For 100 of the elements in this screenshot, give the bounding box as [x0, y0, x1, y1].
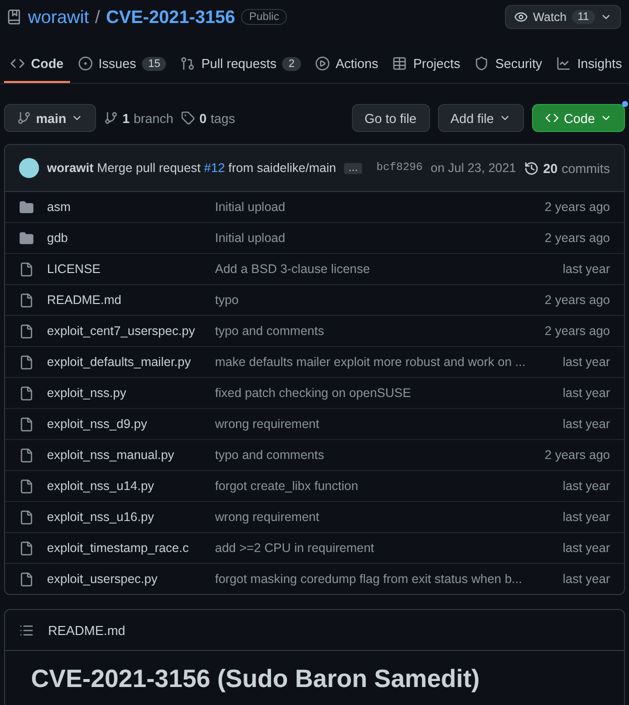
commit-age: last year	[562, 417, 610, 431]
eye-icon	[514, 10, 528, 24]
add-file-button[interactable]: Add file	[438, 104, 524, 132]
file-name-link[interactable]: exploit_defaults_mailer.py	[47, 355, 215, 369]
file-name-link[interactable]: LICENSE	[47, 262, 215, 276]
pull-request-icon	[180, 56, 196, 71]
commit-message-link[interactable]: Add a BSD 3-clause license	[215, 262, 563, 276]
commit-message-link[interactable]: wrong requirement	[215, 510, 563, 524]
owner-link[interactable]: worawit	[28, 6, 90, 28]
commit-message-link[interactable]: Initial upload	[215, 200, 545, 214]
tab-label: Actions	[336, 56, 378, 71]
readme-filename: README.md	[48, 622, 126, 638]
commit-message-link[interactable]: typo	[215, 293, 545, 307]
code-icon	[544, 111, 559, 125]
commit-message-link[interactable]: fixed patch checking on openSUSE	[215, 386, 563, 400]
commit-message: worawit Merge pull request #12 from saidelike/main	[47, 161, 336, 175]
list-icon[interactable]	[19, 622, 34, 638]
visibility-label: Public	[241, 9, 288, 25]
tab-label: Issues	[98, 56, 136, 71]
nav-tab[interactable]: Issues 15	[72, 48, 172, 83]
file-name-link[interactable]: asm	[47, 200, 215, 214]
nav-tab[interactable]: Security	[468, 48, 548, 83]
file-name-link[interactable]: README.md	[47, 293, 215, 307]
file-icon	[19, 262, 34, 276]
commit-age: 2 years ago	[544, 324, 610, 338]
file-icon	[19, 478, 34, 494]
circle-dot-icon	[78, 56, 92, 71]
tab-count: 15	[142, 56, 166, 70]
pr-link[interactable]: #12	[204, 161, 225, 175]
file-name-link[interactable]: exploit_timestamp_race.c	[47, 541, 215, 555]
code-button[interactable]: Code	[532, 104, 625, 132]
readme-heading: CVE-2021-3156 (Sudo Baron Samedit)	[30, 664, 481, 695]
watch-count: 11	[572, 10, 595, 24]
tab-label: Insights	[577, 56, 622, 71]
path-separator: /	[95, 6, 100, 28]
tab-label: Security	[495, 56, 542, 71]
nav-tab[interactable]: Pull requests 2	[174, 48, 307, 83]
file-icon	[19, 416, 34, 432]
go-to-file-button[interactable]: Go to file	[352, 104, 430, 132]
code-icon	[10, 56, 25, 71]
file-icon	[19, 540, 34, 556]
commit-age: 2 years ago	[544, 200, 610, 214]
tags-link[interactable]: 0 tags	[181, 110, 236, 126]
play-icon	[314, 56, 330, 71]
commit-message-link[interactable]: add >=2 CPU in requirement	[215, 541, 563, 555]
file-name-link[interactable]: exploit_nss_u16.py	[47, 510, 215, 524]
commit-age: last year	[562, 355, 610, 369]
nav-tab[interactable]: Actions	[308, 48, 384, 83]
file-name-link[interactable]: exploit_nss_u14.py	[47, 479, 215, 493]
watch-button[interactable]: Watch 11	[505, 5, 621, 29]
commit-age: last year	[562, 541, 610, 555]
branch-select[interactable]: main	[4, 104, 96, 132]
commit-age: last year	[562, 572, 610, 586]
tab-label: Projects	[413, 56, 460, 71]
commit-age: last year	[562, 510, 610, 524]
commit-message-link[interactable]: make defaults mailer exploit more robust and work on ...	[215, 355, 563, 369]
commit-age: 2 years ago	[544, 293, 610, 307]
commit-message-link[interactable]: typo and comments	[215, 448, 545, 462]
commit-message-link[interactable]: forgot masking coredump flag from exit status when b...	[215, 572, 563, 586]
expand-button[interactable]: …	[344, 162, 362, 174]
file-icon	[19, 572, 34, 586]
commit-sha[interactable]: bcf8296	[376, 162, 423, 174]
file-name-link[interactable]: exploit_nss_manual.py	[47, 448, 215, 462]
nav-tab[interactable]: Projects	[386, 48, 466, 83]
commit-message-link[interactable]: forgot create_libx function	[215, 479, 563, 493]
file-name-link[interactable]: exploit_cent7_userspec.py	[47, 324, 215, 338]
commit-age: last year	[562, 479, 610, 493]
branch-icon	[17, 111, 31, 125]
repo-name-link[interactable]: CVE-2021-3156	[106, 6, 236, 28]
notification-dot	[622, 101, 628, 107]
file-icon	[19, 386, 34, 400]
file-icon	[19, 292, 34, 308]
commit-date: on Jul 23, 2021	[430, 161, 516, 175]
commit-age: 2 years ago	[544, 448, 610, 462]
commit-age: last year	[562, 262, 610, 276]
commit-message-link[interactable]: typo and comments	[215, 324, 545, 338]
nav-tab[interactable]: Code	[4, 48, 70, 83]
tag-icon	[181, 111, 196, 125]
folder-icon	[19, 230, 34, 246]
file-icon	[19, 448, 34, 462]
branches-link[interactable]: 1 branch	[104, 110, 174, 126]
file-name-link[interactable]: exploit_userspec.py	[47, 572, 215, 586]
shield-icon	[474, 56, 490, 71]
commit-age: 2 years ago	[544, 231, 610, 245]
folder-icon	[19, 200, 34, 214]
repo-icon	[6, 9, 22, 25]
file-icon	[19, 354, 34, 370]
commit-message-link[interactable]: Initial upload	[215, 231, 545, 245]
file-name-link[interactable]: exploit_nss.py	[47, 386, 215, 400]
history-icon	[524, 160, 540, 176]
tab-label: Pull requests	[201, 56, 276, 71]
avatar	[19, 158, 39, 178]
file-name-link[interactable]: gdb	[47, 231, 215, 245]
file-icon	[19, 510, 34, 524]
nav-tab[interactable]: Insights	[550, 48, 628, 83]
commits-link[interactable]: 20 commits	[524, 160, 610, 176]
branch-icon	[104, 111, 118, 125]
commit-message-link[interactable]: wrong requirement	[215, 417, 563, 431]
graph-icon	[556, 56, 572, 71]
file-name-link[interactable]: exploit_nss_d9.py	[47, 417, 215, 431]
